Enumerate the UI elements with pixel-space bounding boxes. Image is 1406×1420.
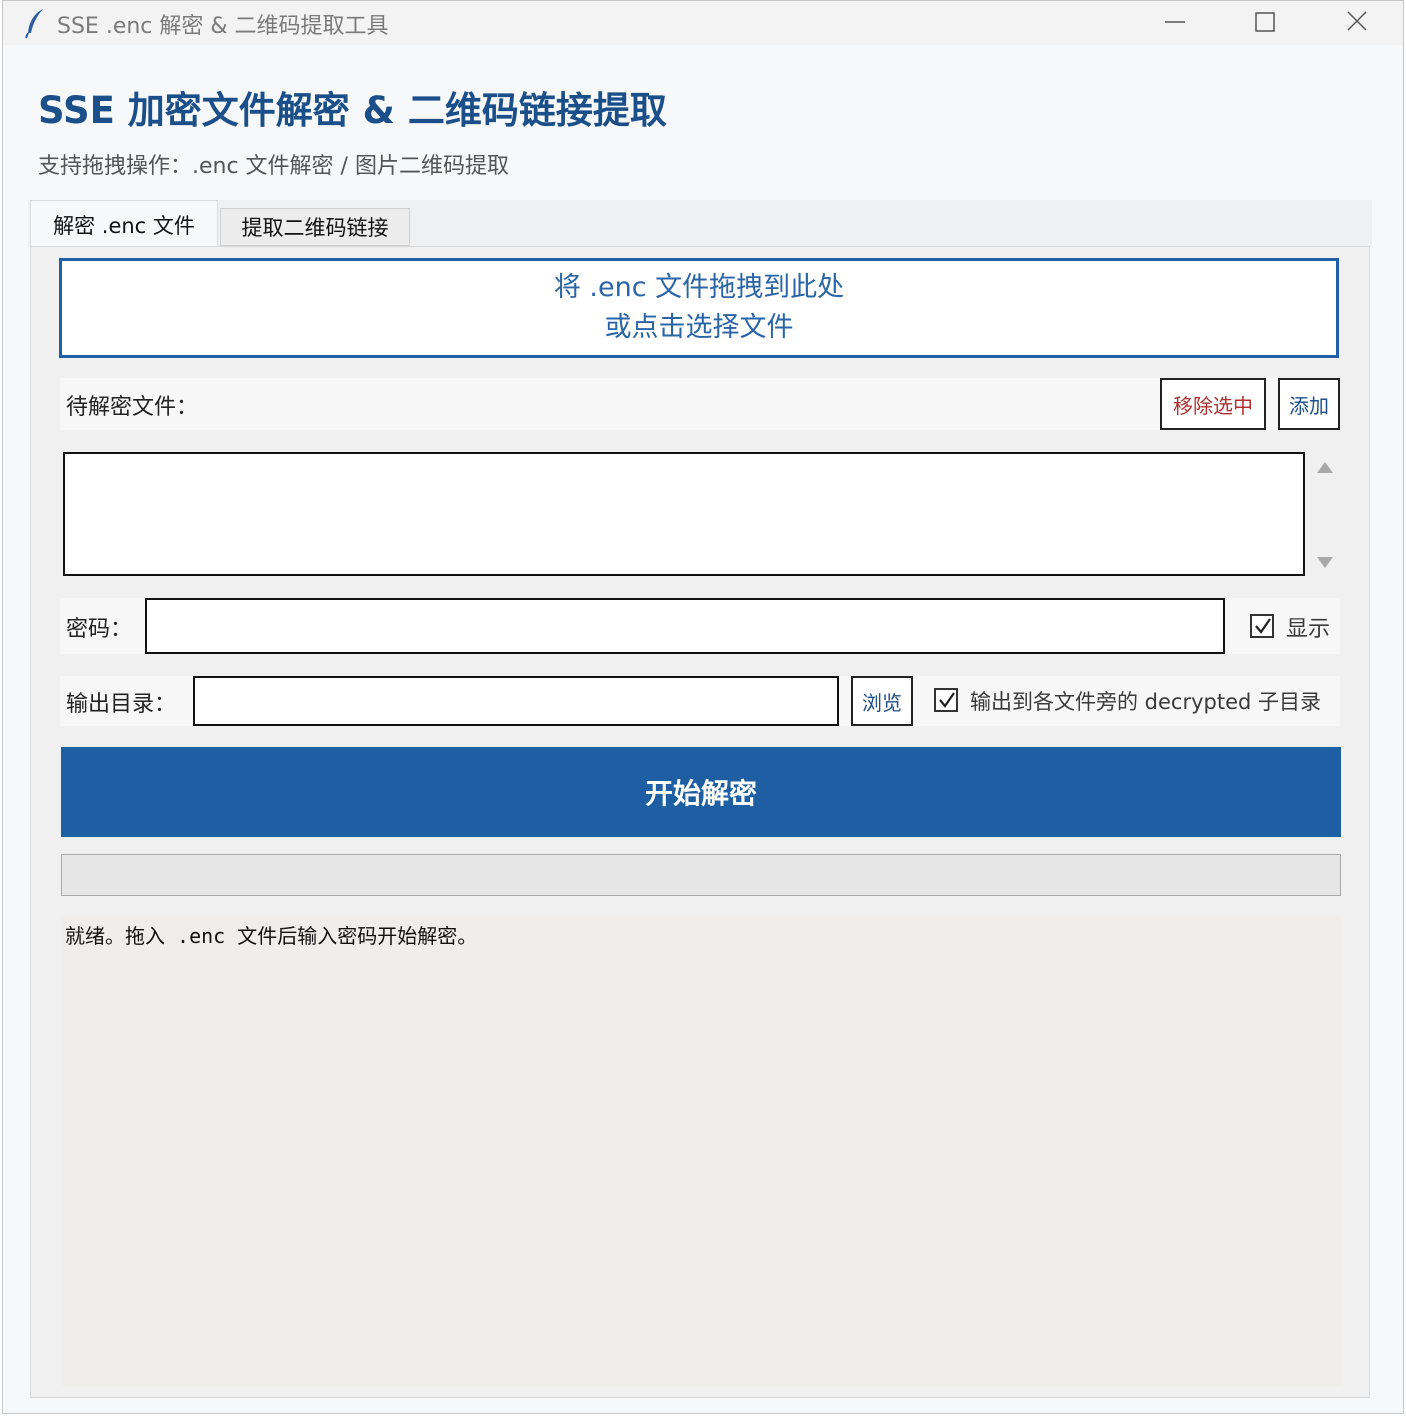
checkmark-icon bbox=[1255, 618, 1271, 634]
remove-selected-button[interactable]: 移除选中 bbox=[1160, 378, 1266, 430]
add-file-button[interactable]: 添加 bbox=[1278, 378, 1340, 430]
subdir-label: 输出到各文件旁的 decrypted 子目录 bbox=[970, 690, 1322, 714]
output-dir-row: 输出目录： 浏览 输出到各文件旁的 decrypted 子目录 bbox=[60, 676, 1340, 726]
page-title: SSE 加密文件解密 & 二维码链接提取 bbox=[38, 89, 667, 132]
checkmark-icon bbox=[939, 692, 955, 708]
feather-icon bbox=[25, 9, 43, 39]
tab-decrypt[interactable]: 解密 .enc 文件 bbox=[30, 200, 218, 248]
drop-zone-line2: 或点击选择文件 bbox=[604, 312, 794, 343]
tab-qr-extract[interactable]: 提取二维码链接 bbox=[220, 208, 410, 246]
browse-button[interactable]: 浏览 bbox=[851, 676, 913, 726]
progress-bar bbox=[61, 854, 1341, 896]
output-dir-label: 输出目录： bbox=[66, 692, 177, 717]
show-password-checkbox[interactable] bbox=[1250, 614, 1274, 638]
tab-bar: 解密 .enc 文件 提取二维码链接 bbox=[28, 200, 1372, 248]
password-input[interactable] bbox=[145, 598, 1225, 654]
subdir-checkbox[interactable] bbox=[934, 688, 958, 712]
log-output[interactable]: 就绪。拖入 .enc 文件后输入密码开始解密。 bbox=[61, 916, 1341, 1386]
file-list-header: 待解密文件： 移除选中 添加 bbox=[60, 378, 1340, 430]
drop-zone-line1: 将 .enc 文件拖拽到此处 bbox=[553, 272, 845, 303]
close-icon[interactable] bbox=[1339, 7, 1375, 37]
scroll-up-icon[interactable] bbox=[1316, 460, 1334, 476]
drop-zone[interactable]: 将 .enc 文件拖拽到此处 或点击选择文件 bbox=[59, 258, 1339, 358]
start-decrypt-button[interactable]: 开始解密 bbox=[61, 747, 1341, 837]
title-bar: SSE .enc 解密 & 二维码提取工具 bbox=[3, 1, 1403, 45]
show-password-label: 显示 bbox=[1286, 617, 1331, 642]
password-row: 密码： 显示 bbox=[60, 598, 1340, 654]
window-title: SSE .enc 解密 & 二维码提取工具 bbox=[57, 14, 389, 39]
file-list-label: 待解密文件： bbox=[66, 395, 199, 420]
file-listbox[interactable] bbox=[63, 452, 1305, 576]
scroll-down-icon[interactable] bbox=[1316, 554, 1334, 570]
page-subtitle: 支持拖拽操作：.enc 文件解密 / 图片二维码提取 bbox=[38, 154, 509, 179]
maximize-icon[interactable] bbox=[1247, 7, 1283, 37]
output-dir-input[interactable] bbox=[193, 676, 839, 726]
minimize-icon[interactable] bbox=[1157, 7, 1193, 37]
password-label: 密码： bbox=[66, 617, 133, 642]
